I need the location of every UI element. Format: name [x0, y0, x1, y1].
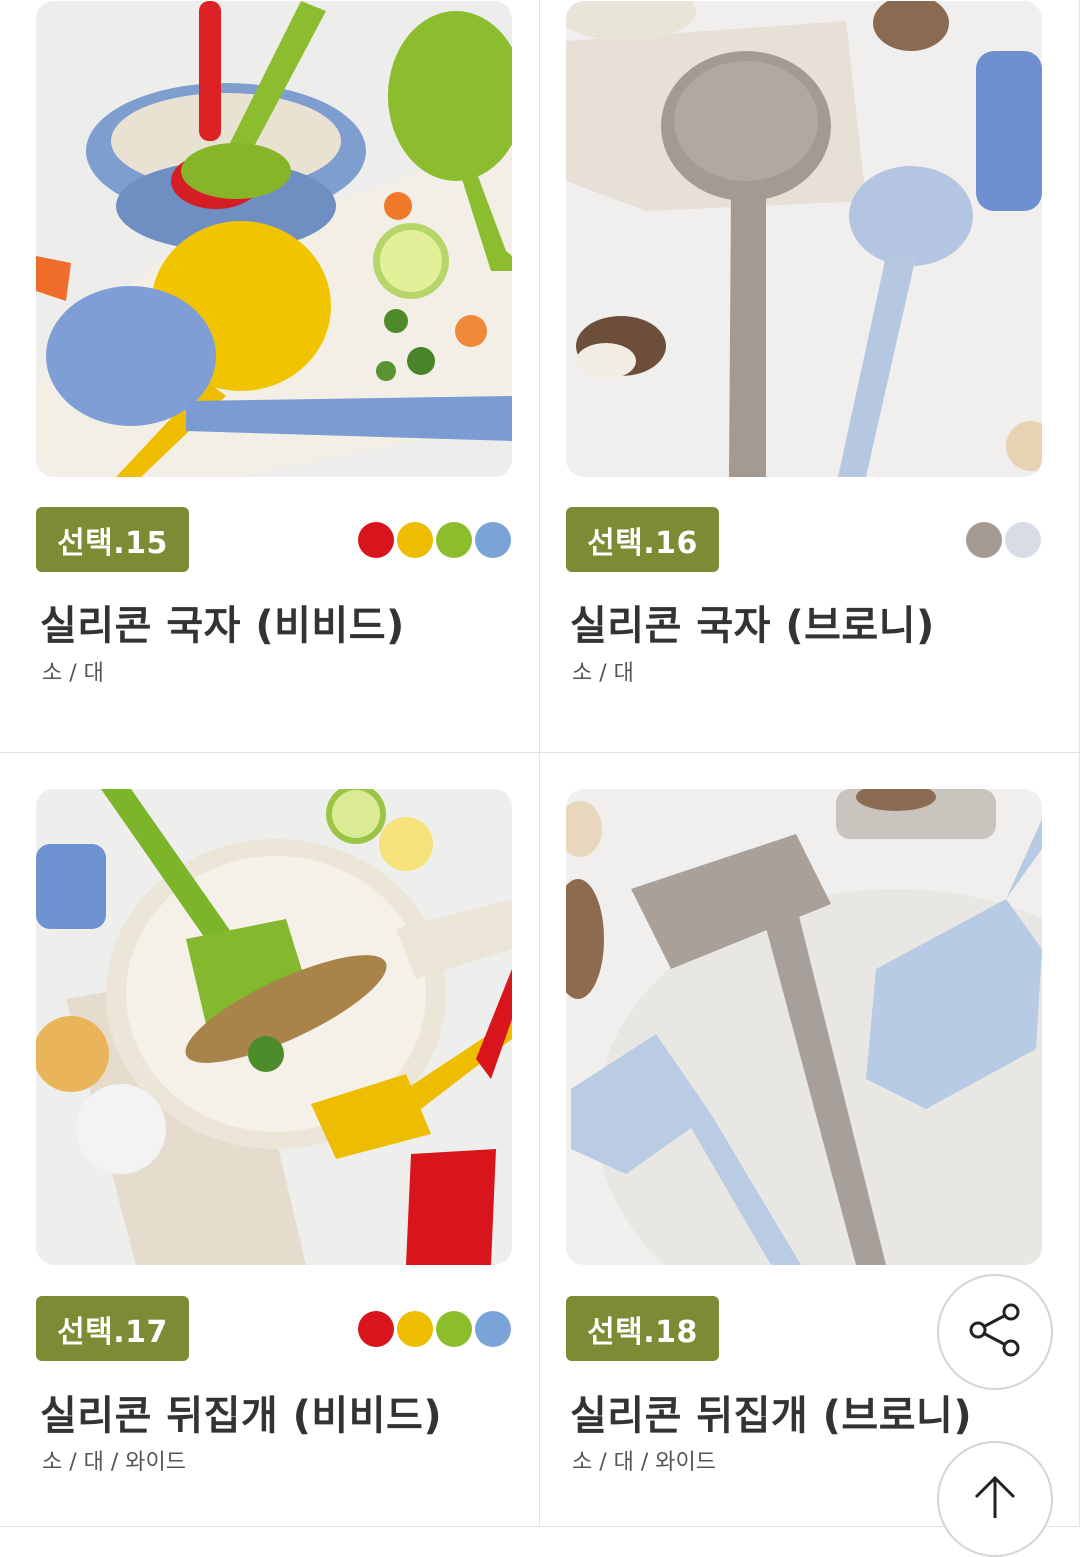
- product-sizes: 소 / 대 / 와이드: [42, 1450, 186, 1475]
- product-title[interactable]: 실리콘 국자 (브로니): [570, 593, 935, 651]
- product-card-18[interactable]: 선택.18 실리콘 뒤집개 (브로니) 소 / 대 / 와이드: [540, 753, 1080, 1527]
- color-swatch-gray: [966, 522, 1002, 558]
- color-swatches: [358, 522, 511, 558]
- product-title[interactable]: 실리콘 국자 (비비드): [40, 593, 405, 651]
- product-sizes: 소 / 대 / 와이드: [572, 1450, 716, 1475]
- share-icon: [966, 1301, 1024, 1363]
- product-card-15[interactable]: 선택.15 실리콘 국자 (비비드) 소 / 대: [0, 0, 540, 753]
- product-card-17[interactable]: 선택.17 실리콘 뒤집개 (비비드) 소 / 대 / 와이드: [0, 753, 540, 1527]
- product-number-badge: 선택.18: [566, 1296, 719, 1361]
- product-number-badge: 선택.15: [36, 507, 189, 572]
- product-title[interactable]: 실리콘 뒤집개 (브로니): [570, 1383, 972, 1441]
- color-swatches: [966, 522, 1041, 558]
- product-image-ladle-browny[interactable]: [566, 1, 1042, 477]
- product-sizes: 소 / 대: [42, 661, 104, 686]
- product-image-turner-vivid[interactable]: [36, 789, 512, 1265]
- product-image-turner-browny[interactable]: [566, 789, 1042, 1265]
- product-grid: 선택.15 실리콘 국자 (비비드) 소 / 대 선택.16 실리콘 국자 (브…: [0, 0, 1080, 1527]
- arrow-up-icon: [970, 1472, 1020, 1526]
- share-button[interactable]: [937, 1274, 1053, 1390]
- product-card-16[interactable]: 선택.16 실리콘 국자 (브로니) 소 / 대: [540, 0, 1080, 753]
- color-swatch-blue: [475, 522, 511, 558]
- product-number-badge: 선택.16: [566, 507, 719, 572]
- color-swatch-blue: [475, 1311, 511, 1347]
- color-swatch-red: [358, 1311, 394, 1347]
- scroll-to-top-button[interactable]: [937, 1441, 1053, 1557]
- color-swatch-yellow: [397, 522, 433, 558]
- color-swatches: [358, 1311, 511, 1347]
- product-image-ladle-vivid[interactable]: [36, 1, 512, 477]
- product-title[interactable]: 실리콘 뒤집개 (비비드): [40, 1383, 442, 1441]
- color-swatch-light-blue: [1005, 522, 1041, 558]
- product-sizes: 소 / 대: [572, 661, 634, 686]
- color-swatch-yellow: [397, 1311, 433, 1347]
- color-swatch-green: [436, 522, 472, 558]
- color-swatch-red: [358, 522, 394, 558]
- color-swatch-green: [436, 1311, 472, 1347]
- product-number-badge: 선택.17: [36, 1296, 189, 1361]
